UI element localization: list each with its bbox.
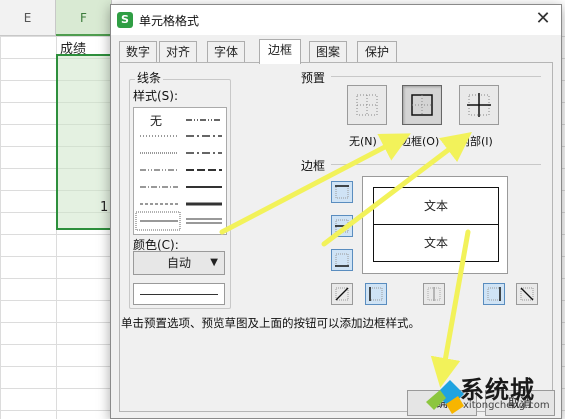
border-inside-horizontal-icon bbox=[335, 219, 349, 233]
diagonal-up-icon bbox=[335, 287, 349, 301]
border-left-button[interactable] bbox=[365, 283, 387, 305]
line-style-samples[interactable] bbox=[134, 108, 228, 236]
diagonal-down-icon bbox=[520, 287, 534, 301]
border-inside-vertical-button[interactable] bbox=[423, 283, 445, 305]
line-group-label: 线条 bbox=[135, 69, 164, 86]
line-style-list[interactable]: 无 bbox=[133, 107, 227, 235]
preview-cell-top[interactable]: 文本 bbox=[373, 187, 499, 225]
border-inside-vertical-icon bbox=[427, 287, 441, 301]
instruction-text: 单击预置选项、预览草图及上面的按钮可以添加边框样式。 bbox=[121, 316, 420, 330]
border-preview[interactable]: 文本 文本 bbox=[362, 176, 508, 274]
border-top-button[interactable] bbox=[331, 181, 353, 203]
tab-pattern[interactable]: 图案 bbox=[309, 41, 347, 63]
preset-outline-label: 外边框(O) bbox=[389, 135, 440, 148]
partial-cell-value: 1 bbox=[100, 200, 109, 215]
dialog-title: 单元格格式 bbox=[139, 14, 200, 28]
preset-inside-button[interactable] bbox=[459, 85, 499, 125]
line-preview bbox=[133, 283, 225, 305]
border-bottom-button[interactable] bbox=[331, 249, 353, 271]
border-top-icon bbox=[335, 185, 349, 199]
border-group-label: 边框 bbox=[301, 159, 326, 173]
format-cells-dialog: S 单元格格式 ✕ 数字 对齐 字体 边框 图案 保护 线条 样式(S): 无 bbox=[110, 4, 562, 419]
header-cell-score[interactable]: 成绩 bbox=[60, 38, 86, 57]
wps-app-icon: S bbox=[117, 12, 133, 28]
border-left-icon bbox=[369, 287, 383, 301]
border-right-icon bbox=[487, 287, 501, 301]
presets-group-label: 预置 bbox=[301, 71, 326, 85]
tab-font[interactable]: 字体 bbox=[207, 41, 245, 63]
close-icon[interactable]: ✕ bbox=[533, 9, 553, 29]
tab-protection[interactable]: 保护 bbox=[357, 41, 397, 63]
tab-alignment[interactable]: 对齐 bbox=[159, 41, 197, 63]
border-right-button[interactable] bbox=[483, 283, 505, 305]
preset-outline-button[interactable] bbox=[402, 85, 442, 125]
presets-divider bbox=[331, 76, 541, 77]
border-inside-horizontal-button[interactable] bbox=[331, 215, 353, 237]
chevron-down-icon: ▼ bbox=[210, 257, 218, 268]
watermark-url: xitongcheng.com bbox=[463, 400, 550, 411]
preset-none-label: 无(N) bbox=[349, 135, 377, 148]
column-header-f[interactable]: F bbox=[56, 0, 112, 36]
tab-border[interactable]: 边框 bbox=[259, 39, 301, 64]
color-value: 自动 bbox=[166, 256, 191, 270]
dialog-titlebar: S 单元格格式 ✕ bbox=[111, 5, 561, 35]
preset-none-button[interactable] bbox=[347, 85, 387, 125]
border-diagonal-up-button[interactable] bbox=[331, 283, 353, 305]
column-header-e[interactable]: E bbox=[0, 0, 56, 36]
preview-cell-bottom[interactable]: 文本 bbox=[373, 224, 499, 262]
preset-outline-icon bbox=[411, 94, 433, 116]
preset-inside-icon bbox=[467, 93, 491, 117]
preset-none-icon bbox=[356, 94, 378, 116]
border-divider bbox=[331, 164, 541, 165]
border-diagonal-down-button[interactable] bbox=[516, 283, 538, 305]
style-label: 样式(S): bbox=[133, 89, 179, 103]
border-bottom-icon bbox=[335, 253, 349, 267]
color-dropdown[interactable]: 自动 ▼ bbox=[133, 251, 225, 275]
preset-inside-label: 内部(I) bbox=[459, 135, 493, 148]
tab-number[interactable]: 数字 bbox=[119, 41, 157, 63]
